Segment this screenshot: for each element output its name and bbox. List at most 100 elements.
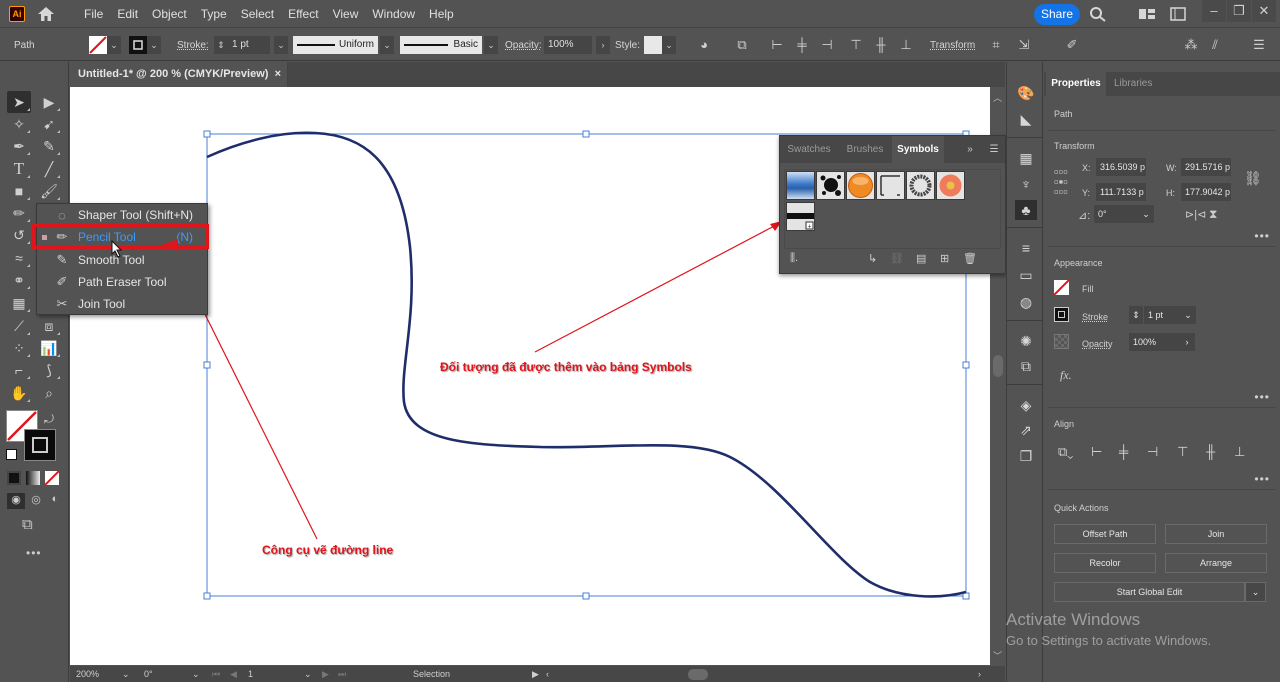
rectangle-tool-icon[interactable]: ■: [7, 180, 31, 202]
pencil-tool-icon[interactable]: ✏: [7, 202, 31, 224]
last-artboard-icon[interactable]: ⏭: [338, 666, 346, 682]
stroke-weight-dropdown[interactable]: ⌄: [1180, 306, 1196, 324]
align-left-icon[interactable]: ⊢: [1091, 444, 1102, 460]
menu-effect[interactable]: Effect: [288, 7, 326, 21]
symbol-sprayer-tool-icon[interactable]: ⁘: [7, 337, 31, 359]
previous-artboard-icon[interactable]: ◀: [230, 666, 237, 682]
stroke-stepper[interactable]: ⇕: [214, 36, 228, 54]
align-bottom-icon[interactable]: ⊥: [1234, 444, 1245, 460]
brushes-panel-icon[interactable]: ♆: [1015, 174, 1037, 194]
stroke-panel-icon[interactable]: ≡: [1015, 238, 1037, 258]
rotate-angle-dropdown[interactable]: ⌄: [1138, 205, 1154, 223]
pen-tool-icon[interactable]: ✒: [7, 135, 31, 157]
recolor-button[interactable]: Recolor: [1054, 553, 1156, 573]
more-appearance-options-icon[interactable]: •••: [1254, 390, 1270, 404]
tab-symbols[interactable]: Symbols: [892, 136, 944, 163]
lasso-tool-icon[interactable]: ➹: [37, 113, 61, 135]
frame-symbol[interactable]: [876, 171, 905, 200]
add-effect-icon[interactable]: fx.: [1060, 368, 1072, 383]
transparency-panel-icon[interactable]: ◍: [1015, 292, 1037, 312]
symbols-panel-icon[interactable]: ♣: [1015, 200, 1037, 220]
flyout-path-eraser-tool[interactable]: ✐ Path Eraser Tool: [37, 271, 207, 293]
ring-symbol[interactable]: [906, 171, 935, 200]
default-fill-stroke-icon[interactable]: [6, 449, 17, 460]
fill-dropdown[interactable]: ⌄: [107, 36, 121, 54]
draw-inside-icon[interactable]: ◐: [46, 493, 64, 509]
asset-export-panel-icon[interactable]: ⇗: [1015, 420, 1037, 440]
direct-selection-tool-icon[interactable]: ▶: [37, 91, 61, 113]
select-similar-icon[interactable]: ⇲: [1015, 36, 1033, 54]
panel-menu-icon[interactable]: ☰: [986, 136, 1002, 163]
break-link-icon[interactable]: ⛓: [890, 252, 904, 268]
flip-vertical-icon[interactable]: ⧗: [1209, 207, 1217, 222]
arrange-documents-icon[interactable]: [1169, 6, 1187, 22]
rotate-angle-field[interactable]: 0°: [1094, 205, 1138, 223]
flower-symbol[interactable]: [936, 171, 965, 200]
arrange-button[interactable]: Arrange: [1165, 553, 1267, 573]
control-bar-menu-icon[interactable]: ☰: [1250, 36, 1268, 54]
graphic-styles-panel-icon[interactable]: ⧉: [1015, 356, 1037, 376]
opacity-label[interactable]: Opacity: [1082, 339, 1113, 349]
stroke-swatch-black[interactable]: [1054, 307, 1069, 322]
workspace-layout-icon[interactable]: [1138, 6, 1156, 22]
fill-swatch-none[interactable]: [1053, 279, 1070, 296]
scroll-right-icon[interactable]: ›: [978, 666, 981, 682]
align-bottom-icon[interactable]: ⊥: [897, 36, 915, 54]
opacity-expand[interactable]: ›: [596, 36, 610, 54]
transform-link[interactable]: Transform: [930, 40, 975, 51]
align-left-icon[interactable]: ⊢: [768, 36, 786, 54]
panel-expand-icon[interactable]: »: [962, 136, 978, 163]
align-vertical-center-icon[interactable]: ╫: [872, 36, 890, 54]
menu-type[interactable]: Type: [201, 7, 235, 21]
scroll-down-icon[interactable]: ﹀: [993, 649, 1002, 662]
line-tool-icon[interactable]: ╱: [37, 158, 61, 180]
blend-tool-icon[interactable]: ⧈: [37, 315, 61, 337]
stroke-color-box[interactable]: [24, 429, 56, 461]
menu-select[interactable]: Select: [241, 7, 282, 21]
layers-panel-icon[interactable]: ◈: [1015, 395, 1037, 415]
menu-object[interactable]: Object: [152, 7, 195, 21]
shape-builder-tool-icon[interactable]: ⚭: [7, 269, 31, 291]
gradient-panel-icon[interactable]: ▭: [1015, 265, 1037, 285]
screen-mode-icon[interactable]: ⧉: [22, 516, 33, 533]
stroke-label[interactable]: Stroke:: [177, 40, 209, 51]
stroke-label[interactable]: Stroke: [1082, 312, 1108, 322]
eyedropper-tool-icon[interactable]: ⟋: [7, 315, 31, 337]
flip-horizontal-icon[interactable]: ⊳|⊲: [1185, 208, 1206, 221]
color-mode-icon[interactable]: [7, 471, 21, 485]
rotation-dropdown[interactable]: ⌄: [192, 666, 200, 682]
restore-button[interactable]: ❐: [1227, 0, 1251, 22]
x-field[interactable]: 316.5039 p: [1096, 158, 1146, 176]
delete-symbol-icon[interactable]: 🗑: [963, 252, 977, 268]
share-button[interactable]: Share: [1034, 4, 1080, 25]
scroll-left-icon[interactable]: ‹: [546, 666, 549, 682]
recolor-artwork-icon[interactable]: ◕: [695, 36, 713, 54]
y-field[interactable]: 111.7133 p: [1096, 183, 1146, 201]
menu-window[interactable]: Window: [372, 7, 423, 21]
variable-width-profile[interactable]: Uniform: [293, 36, 378, 54]
distribute-icon[interactable]: ⫽: [1206, 36, 1224, 54]
artboard-tool-icon[interactable]: ⌐: [7, 359, 31, 381]
align-middle-icon[interactable]: ╫: [1206, 444, 1215, 459]
opacity-field[interactable]: 100%: [544, 36, 592, 54]
stroke-swatch[interactable]: ⌄: [129, 29, 161, 61]
constrain-proportions-icon[interactable]: ⛓: [1244, 170, 1262, 187]
more-transform-options-icon[interactable]: •••: [1254, 229, 1270, 243]
horizontal-scroll-thumb[interactable]: [688, 669, 708, 680]
symbol-options-icon[interactable]: ▤: [916, 252, 926, 268]
symbol-libraries-icon[interactable]: ⫼.: [790, 252, 798, 268]
appearance-panel-icon[interactable]: ✺: [1015, 331, 1037, 351]
opacity-field[interactable]: 100%: [1129, 333, 1179, 351]
edit-toolbar-icon[interactable]: •••: [26, 546, 42, 560]
zoom-tool-icon[interactable]: ⌕: [37, 382, 61, 404]
opacity-expand[interactable]: ›: [1179, 333, 1195, 351]
menu-edit[interactable]: Edit: [117, 7, 146, 21]
graphic-style-swatch[interactable]: [644, 36, 662, 54]
status-menu-icon[interactable]: ▶: [532, 666, 539, 682]
menu-file[interactable]: File: [84, 7, 111, 21]
close-window-button[interactable]: ✕: [1252, 0, 1276, 22]
rotation-field[interactable]: 0°: [144, 666, 153, 682]
isolate-icon[interactable]: ⌗: [987, 36, 1005, 54]
artboards-panel-icon[interactable]: ❐: [1015, 446, 1037, 466]
stroke-weight-stepper[interactable]: ⇕: [1129, 306, 1143, 324]
